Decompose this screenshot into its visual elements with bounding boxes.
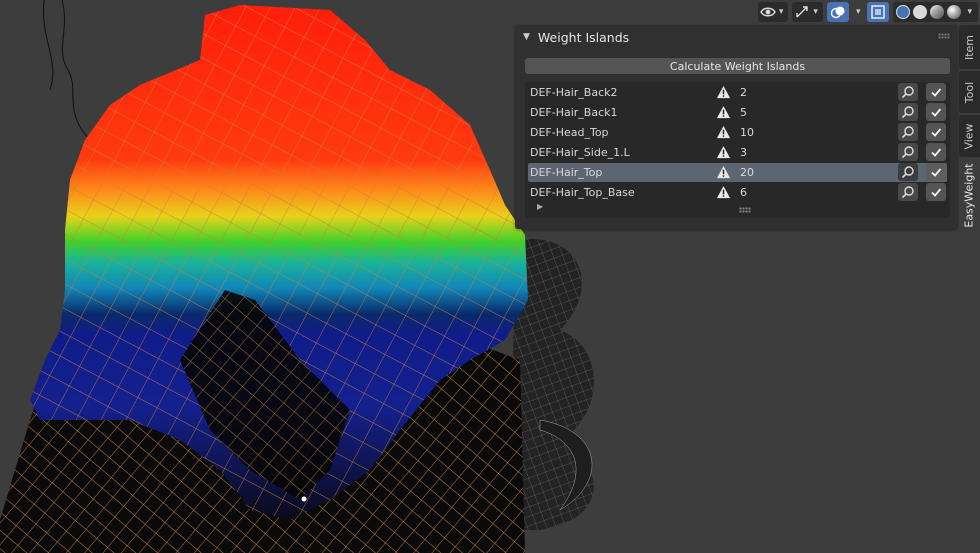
calculate-weight-islands-button[interactable]: Calculate Weight Islands [525,58,950,74]
bone-name: DEF-Hair_Top_Base [530,186,635,199]
chevron-down-icon: ▾ [813,7,818,17]
chevron-down-icon[interactable]: ▾ [853,7,864,17]
list-item[interactable]: DEF-Hair_Top 20 [528,163,947,182]
warning-icon [716,145,731,159]
mark-done-checkbox[interactable] [926,83,946,101]
magnifier-icon [901,86,914,99]
list-item[interactable]: DEF-Hair_Top_Base 6 [528,183,947,202]
zoom-to-island-button[interactable] [898,143,918,161]
checkmark-icon [931,188,942,197]
bone-name: DEF-Hair_Back1 [530,106,618,119]
list-item[interactable]: DEF-Hair_Side_1.L 3 [528,143,947,162]
overlay-icon [830,6,845,19]
zoom-to-island-button[interactable] [898,163,918,181]
checkmark-icon [931,88,942,97]
warning-icon [716,165,731,179]
magnifier-icon [901,166,914,179]
warning-icon [716,125,731,139]
magnifier-icon [901,126,914,139]
list-item[interactable]: DEF-Hair_Back2 2 [528,83,947,102]
bone-name: DEF-Hair_Back2 [530,86,618,99]
weight-islands-list[interactable]: DEF-Hair_Back2 2 DEF-Hair_Back1 5 DEF-Head_T… [525,82,950,218]
checkmark-icon [931,148,942,157]
list-item[interactable]: DEF-Head_Top 10 [528,123,947,142]
hair-sketch-outline [42,0,91,141]
list-expand-arrow-icon[interactable]: ▶ [537,202,543,211]
mark-done-checkbox[interactable] [926,143,946,161]
magnifier-icon [901,186,914,199]
tab-easyweight[interactable]: EasyWeight [959,159,980,231]
panel-header[interactable]: ▼ Weight Islands [515,25,958,49]
tab-tool[interactable]: Tool [959,71,980,113]
tab-item[interactable]: Item [959,25,980,69]
weight-islands-panel: ▼ Weight Islands Calculate Weight Island… [515,25,958,229]
gizmo-button[interactable]: ▾ [792,2,823,22]
shading-mode-group: ▾ [893,2,978,22]
overlay-button[interactable] [826,2,849,22]
zoom-to-island-button[interactable] [898,83,918,101]
island-count: 20 [740,166,754,179]
checkmark-icon [931,128,942,137]
bone-name: DEF-Hair_Top [530,166,603,179]
xray-button[interactable] [867,2,890,22]
magnifier-icon [901,106,914,119]
checkmark-icon [931,168,942,177]
chevron-down-icon: ▾ [778,7,784,17]
zoom-to-island-button[interactable] [898,123,918,141]
xray-icon [871,5,886,19]
warning-icon [716,105,731,119]
rendered-shading-icon[interactable] [947,5,962,19]
drag-grip-icon[interactable] [938,33,950,39]
mark-done-checkbox[interactable] [926,103,946,121]
collapse-arrow-icon[interactable]: ▼ [523,32,530,42]
eye-visibility-icon [760,7,776,17]
solid-shading-icon[interactable] [913,5,928,19]
island-count: 10 [740,126,754,139]
island-count: 6 [740,186,747,199]
wireframe-shading-icon[interactable] [896,5,911,19]
magnifier-icon [901,146,914,159]
island-count: 3 [740,146,747,159]
mark-done-checkbox[interactable] [926,163,946,181]
list-resize-grip-icon[interactable] [739,207,751,213]
list-item[interactable]: DEF-Hair_Back1 5 [528,103,947,122]
island-count: 2 [740,86,747,99]
zoom-to-island-button[interactable] [898,103,918,121]
warning-icon [716,85,731,99]
bone-name: DEF-Hair_Side_1.L [530,146,630,159]
gizmo-icon [796,6,809,18]
chevron-down-icon[interactable]: ▾ [964,7,975,17]
mark-done-checkbox[interactable] [926,183,946,201]
bone-name: DEF-Head_Top [530,126,609,139]
panel-title: Weight Islands [537,29,630,45]
visibility-button[interactable]: ▾ [757,2,789,22]
warning-icon [716,185,731,199]
zoom-to-island-button[interactable] [898,183,918,201]
mark-done-checkbox[interactable] [926,123,946,141]
tab-view[interactable]: View [959,115,980,157]
checkmark-icon [931,108,942,117]
viewport-header-toolbar: ▾ ▾ ▾ ▾ [757,0,978,24]
island-count: 5 [740,106,747,119]
material-shading-icon[interactable] [930,5,945,19]
